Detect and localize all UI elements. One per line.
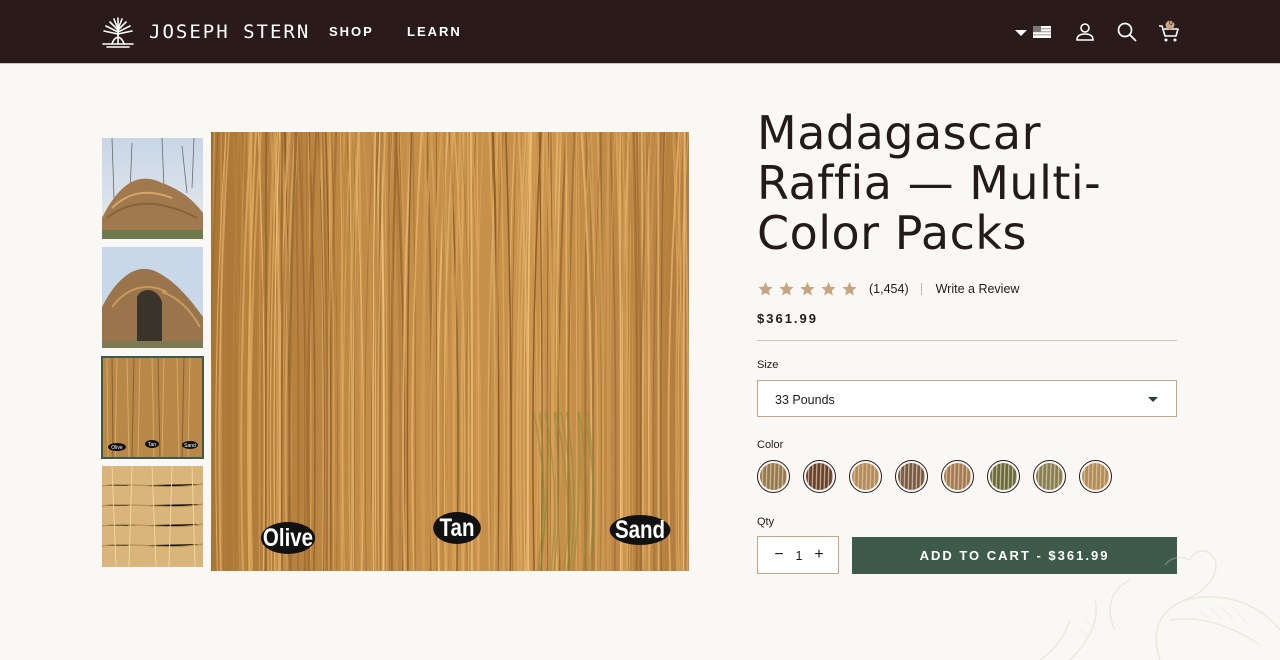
nav-learn[interactable]: LEARN xyxy=(407,24,462,39)
brand-name: JOSEPH STERN xyxy=(149,21,311,43)
user-icon[interactable] xyxy=(1073,20,1097,44)
label-sand: Sand xyxy=(609,515,671,545)
rating-divider xyxy=(920,283,922,295)
color-swatches xyxy=(757,460,1112,493)
grass-texture-thumbnail[interactable] xyxy=(102,466,203,567)
product-price: $361.99 xyxy=(757,311,818,326)
star-icon xyxy=(800,282,815,296)
rating-stars[interactable] xyxy=(757,281,858,297)
raffia-strand xyxy=(469,132,473,571)
chevron-down-icon xyxy=(1148,397,1158,402)
color-swatch[interactable] xyxy=(849,460,882,493)
blind-thumbnail[interactable] xyxy=(102,138,203,239)
label-olive: Olive xyxy=(260,522,316,554)
color-swatch[interactable] xyxy=(895,460,928,493)
swatch-fill xyxy=(760,463,787,490)
site-header: JOSEPH STERN SHOP LEARN 0 xyxy=(0,0,1280,64)
swatch-fill xyxy=(944,463,971,490)
thumb-label-sand: Sand xyxy=(184,443,196,449)
swatch-fill xyxy=(990,463,1017,490)
star-icon xyxy=(779,282,794,296)
decorative-duck-illustration xyxy=(1039,550,1280,660)
qty-label: Qty xyxy=(757,516,775,528)
swatch-fill xyxy=(898,463,925,490)
price-divider xyxy=(757,340,1177,341)
color-label: Color xyxy=(757,439,784,451)
qty-increment-button[interactable]: + xyxy=(810,545,828,565)
swatch-fill xyxy=(852,463,879,490)
swatch-fill xyxy=(1082,463,1109,490)
size-label: Size xyxy=(757,359,779,371)
swatch-fill xyxy=(806,463,833,490)
tree-logo-icon xyxy=(102,17,134,48)
star-icon xyxy=(842,282,857,296)
product-title: Madagascar Raffia — Multi-Color Packs xyxy=(757,106,1102,260)
color-swatch[interactable] xyxy=(1033,460,1066,493)
color-swatch[interactable] xyxy=(757,460,790,493)
cart-count-badge: 0 xyxy=(1169,20,1173,27)
us-flag-icon[interactable] xyxy=(1032,20,1052,44)
color-swatch[interactable] xyxy=(941,460,974,493)
raffia-strand xyxy=(619,132,622,571)
label-tan: Tan xyxy=(433,512,481,544)
main-product-image[interactable]: Olive Tan Sand xyxy=(211,132,689,571)
qty-value[interactable]: 1 xyxy=(793,549,805,563)
thumb-label-olive: Olive xyxy=(111,445,123,451)
write-review-link[interactable]: Write a Review xyxy=(936,282,1020,296)
raffia-texture-image xyxy=(211,132,689,571)
rating-count[interactable]: (1,454) xyxy=(869,282,909,296)
color-samples-thumbnail[interactable]: Olive Tan Sand xyxy=(101,356,204,459)
blind-closeup-thumbnail[interactable] xyxy=(102,247,203,348)
product-rating: (1,454) Write a Review xyxy=(757,281,1019,297)
quantity-stepper: − 1 + xyxy=(757,536,839,574)
qty-decrement-button[interactable]: − xyxy=(770,545,788,565)
nav-shop[interactable]: SHOP xyxy=(329,24,374,39)
size-value: 33 Pounds xyxy=(775,393,835,407)
thumb-label-tan: Tan xyxy=(148,442,156,448)
search-icon[interactable] xyxy=(1115,20,1139,44)
color-swatch[interactable] xyxy=(1079,460,1112,493)
color-swatch[interactable] xyxy=(803,460,836,493)
star-icon xyxy=(758,282,773,296)
color-swatch[interactable] xyxy=(987,460,1020,493)
swatch-fill xyxy=(1036,463,1063,490)
raffia-strand xyxy=(388,132,391,571)
size-select[interactable]: 33 Pounds xyxy=(757,380,1177,417)
brand-logo[interactable]: JOSEPH STERN xyxy=(101,15,310,49)
star-icon xyxy=(821,282,836,296)
